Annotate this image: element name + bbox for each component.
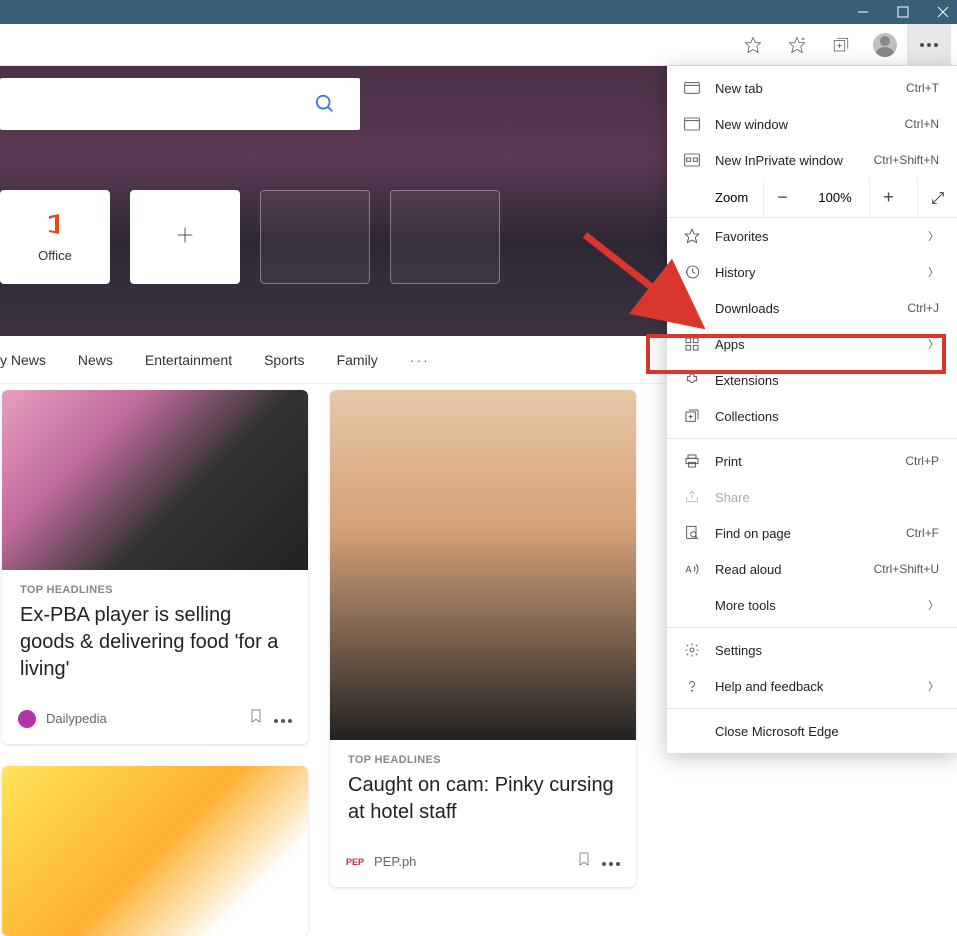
source-badge-icon: PEP	[346, 853, 364, 871]
tile-empty[interactable]	[260, 190, 370, 284]
card-title: Ex-PBA player is selling goods & deliver…	[20, 602, 290, 683]
menu-new-window[interactable]: New window Ctrl+N	[667, 106, 957, 142]
card-image	[2, 766, 308, 936]
menu-new-tab[interactable]: New tab Ctrl+T	[667, 70, 957, 106]
profile-avatar[interactable]	[863, 24, 907, 66]
new-window-icon	[683, 115, 701, 133]
find-icon	[683, 524, 701, 542]
nav-item[interactable]: News	[78, 352, 113, 368]
extensions-icon	[683, 371, 701, 389]
menu-history[interactable]: History 〉	[667, 254, 957, 290]
menu-zoom: Zoom − 100% +	[667, 178, 957, 218]
favorite-star-icon[interactable]	[731, 24, 775, 66]
menu-more-tools[interactable]: More tools 〉	[667, 587, 957, 623]
zoom-value: 100%	[811, 190, 859, 205]
gear-icon	[683, 641, 701, 659]
card-source: Dailypedia	[46, 711, 107, 726]
menu-collections[interactable]: Collections	[667, 398, 957, 434]
menu-apps[interactable]: Apps 〉	[667, 326, 957, 362]
read-aloud-icon: A	[683, 560, 701, 578]
menu-favorites[interactable]: Favorites 〉	[667, 218, 957, 254]
tile-empty[interactable]	[390, 190, 500, 284]
minimize-button[interactable]	[857, 6, 869, 18]
card-category: TOP HEADLINES	[20, 584, 290, 596]
menu-find[interactable]: Find on page Ctrl+F	[667, 515, 957, 551]
nav-item[interactable]: Entertainment	[145, 352, 232, 368]
download-icon	[683, 299, 701, 317]
source-badge-icon	[18, 710, 36, 728]
card-more-icon[interactable]	[602, 853, 620, 871]
tile-label: Office	[38, 248, 72, 263]
tile-add[interactable]	[130, 190, 240, 284]
card-image	[330, 390, 636, 740]
collections-icon	[683, 407, 701, 425]
inprivate-icon	[683, 151, 701, 169]
browser-toolbar	[0, 24, 957, 66]
bookmark-icon[interactable]	[248, 707, 264, 730]
chevron-right-icon: 〉	[928, 597, 939, 613]
news-card[interactable]: TOP HEADLINES Ex-PBA player is selling g…	[2, 390, 308, 744]
zoom-in-button[interactable]: +	[869, 178, 907, 218]
menu-share: Share	[667, 479, 957, 515]
settings-menu: New tab Ctrl+T New window Ctrl+N New InP…	[667, 66, 957, 753]
star-icon	[683, 227, 701, 245]
print-icon	[683, 452, 701, 470]
nav-item[interactable]: Sports	[264, 352, 304, 368]
menu-inprivate-window[interactable]: New InPrivate window Ctrl+Shift+N	[667, 142, 957, 178]
chevron-right-icon: 〉	[928, 336, 939, 352]
chevron-right-icon: 〉	[928, 264, 939, 280]
fullscreen-button[interactable]	[917, 178, 957, 218]
news-card[interactable]	[2, 766, 308, 936]
close-button[interactable]	[937, 6, 949, 18]
help-icon	[683, 677, 701, 695]
svg-text:A: A	[685, 564, 692, 574]
card-title: Caught on cam: Pinky cursing at hotel st…	[348, 772, 618, 826]
card-more-icon[interactable]	[274, 710, 292, 728]
tile-office[interactable]: Office	[0, 190, 110, 284]
zoom-out-button[interactable]: −	[763, 178, 801, 218]
collections-icon[interactable]	[819, 24, 863, 66]
plus-icon	[174, 224, 196, 251]
new-tab-icon	[683, 79, 701, 97]
nav-item[interactable]: y News	[0, 352, 46, 368]
history-icon	[683, 263, 701, 281]
menu-downloads[interactable]: Downloads Ctrl+J	[667, 290, 957, 326]
nav-more-icon[interactable]: ···	[410, 352, 430, 368]
card-source: PEP.ph	[374, 854, 416, 869]
menu-print[interactable]: Print Ctrl+P	[667, 443, 957, 479]
chevron-right-icon: 〉	[928, 678, 939, 694]
chevron-right-icon: 〉	[928, 228, 939, 244]
menu-read-aloud[interactable]: A Read aloud Ctrl+Shift+U	[667, 551, 957, 587]
news-card[interactable]: TOP HEADLINES Caught on cam: Pinky cursi…	[330, 390, 636, 887]
bookmark-icon[interactable]	[576, 850, 592, 873]
share-icon	[683, 488, 701, 506]
settings-more-button[interactable]	[907, 24, 951, 66]
nav-item[interactable]: Family	[337, 352, 378, 368]
maximize-button[interactable]	[897, 6, 909, 18]
menu-settings[interactable]: Settings	[667, 632, 957, 668]
window-titlebar	[0, 0, 957, 24]
menu-help[interactable]: Help and feedback 〉	[667, 668, 957, 704]
card-image	[2, 390, 308, 570]
card-category: TOP HEADLINES	[348, 754, 618, 766]
menu-extensions[interactable]: Extensions	[667, 362, 957, 398]
search-input[interactable]	[0, 78, 360, 130]
apps-icon	[683, 335, 701, 353]
menu-close-edge[interactable]: Close Microsoft Edge	[667, 713, 957, 749]
favorites-bar-icon[interactable]	[775, 24, 819, 66]
